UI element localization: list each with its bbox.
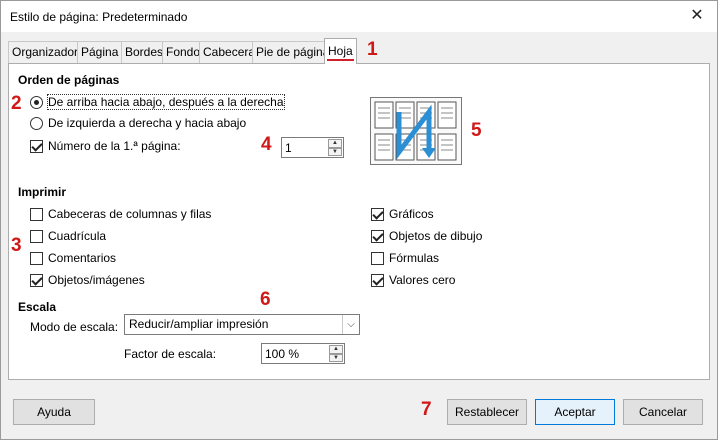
- checkbox-objects-images[interactable]: Objetos/imágenes: [30, 273, 145, 287]
- radio-left-right-label: De izquierda a derecha y hacia abajo: [48, 116, 247, 130]
- page-style-dialog: Estilo de página: Predeterminado ✕ Organ…: [0, 0, 718, 440]
- checkbox[interactable]: [30, 139, 43, 153]
- checkbox-charts[interactable]: Gráficos: [371, 207, 434, 221]
- checkbox[interactable]: [371, 273, 384, 287]
- annotation-marker-1: 1: [367, 39, 378, 60]
- spin-up-icon[interactable]: ▲: [328, 139, 342, 148]
- cancel-button[interactable]: Cancelar: [623, 399, 703, 425]
- annotation-marker-5: 5: [471, 120, 482, 141]
- radio-button[interactable]: [30, 116, 43, 130]
- checkbox-formulas-label: Fórmulas: [389, 251, 440, 265]
- first-page-number-checkbox[interactable]: Número de la 1.ª página:: [30, 139, 181, 153]
- sheet-tab-panel: Orden de páginas 2 De arriba hacia abajo…: [8, 63, 710, 380]
- annotation-marker-7: 7: [421, 399, 432, 420]
- scale-mode-text: Modo de escala:: [30, 320, 119, 334]
- annotation-marker-4: 4: [261, 134, 272, 155]
- help-button[interactable]: Ayuda: [13, 399, 95, 425]
- spin-up-icon[interactable]: ▲: [329, 345, 343, 354]
- scale-mode-label: Modo de escala:: [30, 320, 118, 334]
- radio-button[interactable]: [30, 95, 43, 109]
- scale-factor-text: Factor de escala:: [124, 347, 217, 361]
- checkbox-objects-images-label: Objetos/imágenes: [48, 273, 145, 287]
- checkbox-zero-values-label: Valores cero: [389, 273, 456, 287]
- tab-cabecera[interactable]: Cabecera: [199, 41, 260, 63]
- checkbox-comments[interactable]: Comentarios: [30, 251, 116, 265]
- tab-pie-de-pagina[interactable]: Pie de página: [252, 41, 334, 63]
- checkbox[interactable]: [30, 207, 43, 221]
- radio-top-down-label: De arriba hacia abajo, después a la dere…: [47, 94, 285, 110]
- checkbox[interactable]: [30, 251, 43, 265]
- scale-factor-input[interactable]: [262, 344, 326, 363]
- title-bar: Estilo de página: Predeterminado ✕: [1, 1, 717, 32]
- checkbox-formulas[interactable]: Fórmulas: [371, 251, 439, 265]
- annotation-marker-2: 2: [11, 93, 22, 114]
- scale-factor-spinbox[interactable]: ▲ ▼: [261, 343, 345, 364]
- checkbox-charts-label: Gráficos: [389, 207, 434, 221]
- annotation-marker-3: 3: [11, 235, 22, 256]
- spin-down-icon[interactable]: ▼: [328, 147, 342, 156]
- tab-fondo[interactable]: Fondo: [162, 41, 205, 63]
- annotation-marker-6: 6: [260, 289, 271, 310]
- checkbox-drawing-objects-label: Objetos de dibujo: [389, 229, 483, 243]
- page-order-diagram: [374, 101, 457, 161]
- scale-factor-label: Factor de escala:: [124, 347, 216, 361]
- checkbox[interactable]: [30, 273, 43, 287]
- checkbox-drawing-objects[interactable]: Objetos de dibujo: [371, 229, 482, 243]
- first-page-number-spinbox[interactable]: ▲ ▼: [281, 137, 344, 158]
- scale-heading: Escala: [18, 300, 57, 314]
- first-page-number-label: Número de la 1.ª página:: [48, 139, 181, 153]
- chevron-down-icon[interactable]: ⌵: [342, 315, 359, 334]
- page-order-heading: Orden de páginas: [18, 73, 120, 87]
- checkbox-headers-label: Cabeceras de columnas y filas: [48, 207, 212, 221]
- window-title: Estilo de página: Predeterminado: [10, 10, 188, 24]
- ok-button[interactable]: Aceptar: [535, 399, 615, 425]
- checkbox[interactable]: [371, 251, 384, 265]
- checkbox-zero-values[interactable]: Valores cero: [371, 273, 455, 287]
- print-heading: Imprimir: [18, 185, 67, 199]
- tab-hoja[interactable]: Hoja: [324, 38, 357, 64]
- scale-mode-select[interactable]: Reducir/ampliar impresión ⌵: [124, 314, 360, 335]
- first-page-number-input[interactable]: [282, 138, 327, 157]
- reset-button[interactable]: Restablecer: [447, 399, 527, 425]
- spin-down-icon[interactable]: ▼: [329, 353, 343, 362]
- close-icon[interactable]: ✕: [687, 6, 707, 26]
- spin-arrows[interactable]: ▲ ▼: [328, 139, 342, 156]
- radio-left-right[interactable]: De izquierda a derecha y hacia abajo: [30, 116, 246, 130]
- tab-pagina[interactable]: Página: [77, 41, 123, 63]
- checkbox[interactable]: [30, 229, 43, 243]
- checkbox[interactable]: [371, 207, 384, 221]
- scale-mode-value: Reducir/ampliar impresión: [129, 317, 269, 331]
- checkbox-grid[interactable]: Cuadrícula: [30, 229, 106, 243]
- tab-bordes[interactable]: Bordes: [121, 41, 168, 63]
- checkbox-headers[interactable]: Cabeceras de columnas y filas: [30, 207, 211, 221]
- tab-organizador[interactable]: Organizador: [8, 41, 83, 63]
- page-order-preview-icon: [370, 97, 462, 165]
- radio-top-down[interactable]: De arriba hacia abajo, después a la dere…: [30, 94, 285, 110]
- spin-arrows[interactable]: ▲ ▼: [329, 345, 343, 362]
- checkbox-comments-label: Comentarios: [48, 251, 117, 265]
- checkbox[interactable]: [371, 229, 384, 243]
- checkbox-grid-label: Cuadrícula: [48, 229, 107, 243]
